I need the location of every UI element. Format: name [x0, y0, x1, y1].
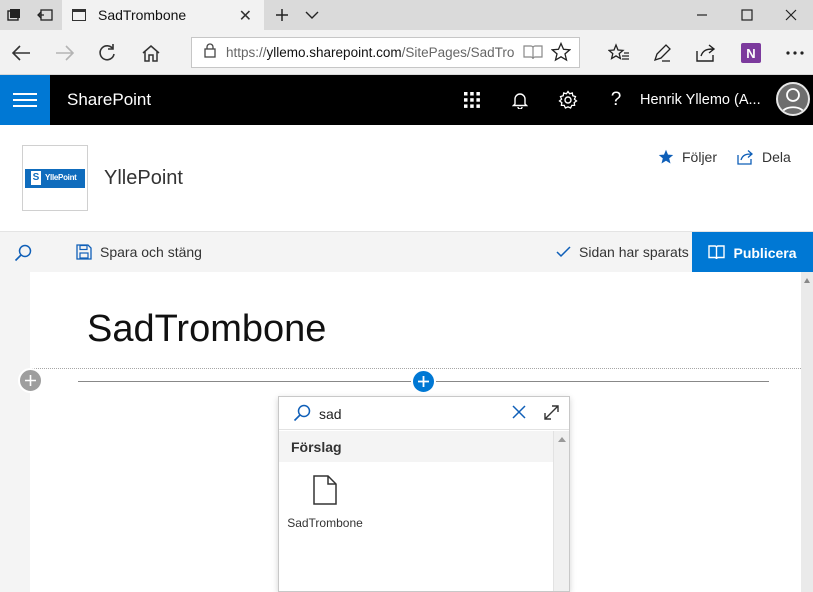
url-prefix: https:// [226, 45, 267, 60]
home-icon[interactable] [136, 38, 166, 68]
notifications-bell-icon[interactable] [507, 87, 533, 113]
app-launcher-icon[interactable] [459, 87, 485, 113]
page-icon [72, 9, 86, 21]
webpart-toolbox: Förslag SadTrombone [278, 396, 570, 592]
section-divider [30, 368, 801, 369]
close-tab-icon[interactable]: ✕ [239, 6, 252, 26]
document-icon [313, 475, 337, 510]
address-bar[interactable]: https://yllemo.sharepoint.com/SitePages/… [191, 37, 580, 68]
chevron-down-icon[interactable] [298, 0, 326, 30]
settings-gear-icon[interactable] [555, 87, 581, 113]
toolbox-search-input[interactable] [319, 404, 499, 424]
save-and-close-label: Spara och stäng [100, 244, 202, 260]
logo-band: S YllePoint [25, 169, 85, 188]
site-title[interactable]: YllePoint [104, 167, 183, 190]
toolbox-search [279, 397, 569, 430]
toolbox-item-label: SadTrombone [287, 516, 363, 530]
refresh-icon[interactable] [92, 38, 122, 68]
logo-letter: S [31, 171, 41, 185]
user-name[interactable]: Henrik Yllemo (A... [640, 92, 761, 108]
more-options-icon[interactable] [780, 38, 810, 68]
suite-bar: SharePoint ? Henrik Yllemo (A... [0, 75, 813, 125]
new-tab-icon[interactable] [268, 0, 296, 30]
back-icon[interactable] [6, 38, 36, 68]
avatar[interactable] [776, 82, 810, 116]
scroll-up-arrow-icon[interactable] [558, 437, 566, 442]
save-and-close-button[interactable]: Spara och stäng [76, 244, 202, 260]
page-title[interactable]: SadTrombone [87, 308, 326, 351]
favorite-star-icon[interactable] [550, 41, 572, 67]
clear-search-icon[interactable] [511, 404, 527, 425]
scroll-up-arrow-icon[interactable] [804, 278, 810, 283]
maximize-icon[interactable] [725, 0, 769, 30]
menu-icon[interactable] [0, 75, 50, 125]
tab-manager-icon[interactable] [0, 0, 28, 30]
save-icon [76, 244, 92, 260]
share-page-icon[interactable] [691, 38, 721, 68]
tab-title: SadTrombone [98, 7, 187, 23]
follow-button[interactable]: Följer [658, 149, 717, 165]
share-label: Dela [762, 149, 791, 165]
logo-text: YllePoint [45, 173, 77, 182]
suggestions-header: Förslag [279, 431, 553, 462]
site-header: S YllePoint YllePoint Följer Dela [0, 125, 813, 231]
add-webpart-button[interactable] [411, 369, 436, 394]
add-section-button[interactable] [18, 368, 43, 393]
publish-button[interactable]: Publicera [692, 232, 813, 273]
publish-label: Publicera [733, 244, 797, 261]
pen-icon[interactable] [647, 38, 677, 68]
plus-icon [418, 376, 429, 387]
command-bar: Spara och stäng Sidan har sparats Public… [0, 231, 813, 273]
follow-label: Följer [682, 149, 718, 165]
share-button[interactable]: Dela [736, 149, 791, 165]
forward-icon[interactable] [50, 38, 80, 68]
search-icon[interactable] [14, 244, 32, 262]
onenote-icon[interactable]: N [736, 38, 766, 68]
close-window-icon[interactable] [769, 0, 813, 30]
plus-icon [25, 375, 36, 386]
checkmark-icon [556, 246, 571, 258]
save-status-text: Sidan har sparats [579, 244, 689, 260]
share-icon [737, 150, 753, 165]
browser-tab-strip: SadTrombone ✕ [0, 0, 813, 30]
expand-icon[interactable] [543, 404, 560, 426]
url-host: yllemo.sharepoint.com [266, 45, 402, 60]
favorites-hub-icon[interactable] [604, 38, 634, 68]
tab-active[interactable]: SadTrombone ✕ [62, 0, 264, 30]
save-status: Sidan har sparats [556, 244, 689, 260]
set-aside-tabs-icon[interactable] [30, 0, 60, 30]
url-text: https://yllemo.sharepoint.com/SitePages/… [226, 45, 514, 60]
search-icon [293, 404, 311, 427]
reading-view-icon[interactable] [523, 44, 543, 65]
browser-toolbar: https://yllemo.sharepoint.com/SitePages/… [0, 30, 813, 75]
sharepoint-brand[interactable]: SharePoint [67, 90, 151, 110]
book-icon [708, 245, 726, 260]
lock-icon [204, 42, 216, 63]
star-filled-icon [658, 149, 674, 164]
help-icon[interactable]: ? [603, 87, 629, 113]
toolbox-item-sadtrombone[interactable]: SadTrombone [287, 471, 363, 551]
minimize-icon[interactable] [680, 0, 724, 30]
toolbox-scrollbar[interactable] [553, 431, 569, 591]
page-scrollbar[interactable] [801, 272, 813, 592]
site-logo[interactable]: S YllePoint [22, 145, 88, 211]
url-path: /SitePages/SadTro [401, 45, 515, 60]
